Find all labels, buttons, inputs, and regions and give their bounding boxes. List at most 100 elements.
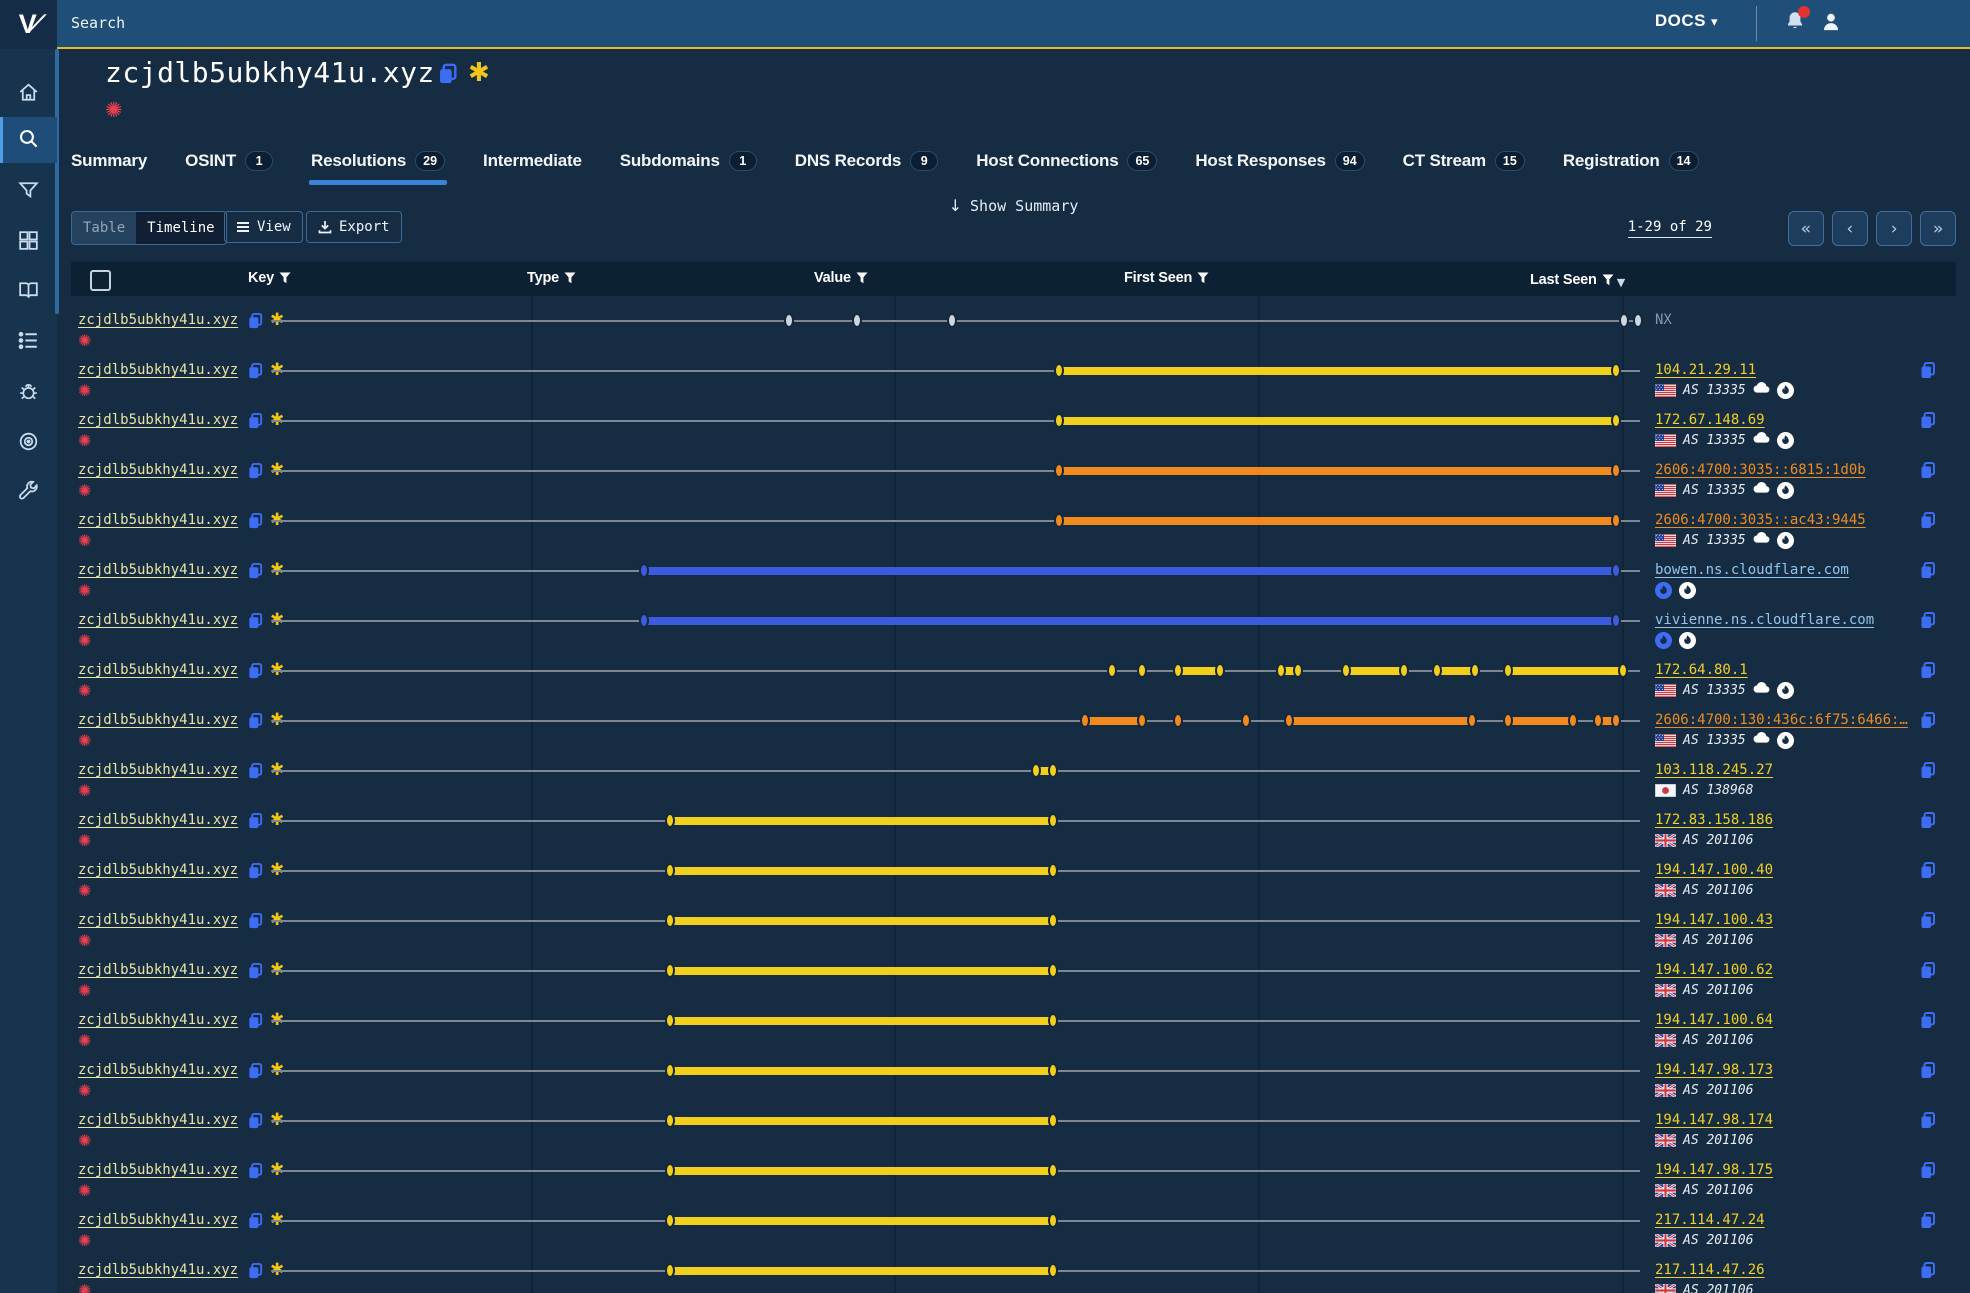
copy-value-icon[interactable]: [1919, 611, 1937, 630]
tab-resolutions[interactable]: Resolutions29: [311, 146, 445, 176]
copy-icon[interactable]: [247, 912, 264, 930]
copy-value-icon[interactable]: [1919, 1161, 1937, 1180]
next-page-button[interactable]: ›: [1876, 211, 1912, 246]
column-header-first-seen[interactable]: First Seen: [1124, 270, 1209, 286]
row-key-link[interactable]: zcjdlb5ubkhy41u.xyz: [78, 1062, 238, 1078]
row-key-link[interactable]: zcjdlb5ubkhy41u.xyz: [78, 762, 238, 778]
row-value-link[interactable]: 194.147.100.40: [1655, 862, 1773, 878]
timeline-view-button[interactable]: Timeline: [136, 212, 225, 244]
copy-icon[interactable]: [247, 1212, 264, 1230]
row-key-link[interactable]: zcjdlb5ubkhy41u.xyz: [78, 962, 238, 978]
copy-icon[interactable]: [437, 62, 459, 86]
validin-logo[interactable]: V∕: [0, 0, 57, 49]
copy-icon[interactable]: [247, 362, 264, 380]
row-value-link[interactable]: 2606:4700:3035::ac43:9445: [1655, 512, 1866, 528]
tab-registration[interactable]: Registration14: [1563, 146, 1699, 176]
notifications-bell-icon[interactable]: [1782, 9, 1808, 37]
copy-value-icon[interactable]: [1919, 911, 1937, 930]
row-value-link[interactable]: 194.147.100.62: [1655, 962, 1773, 978]
row-value-link[interactable]: 172.67.148.69: [1655, 412, 1765, 428]
copy-icon[interactable]: [247, 512, 264, 530]
tab-summary[interactable]: Summary: [71, 146, 147, 176]
row-value-link[interactable]: 172.83.158.186: [1655, 812, 1773, 828]
copy-value-icon[interactable]: [1919, 661, 1937, 680]
docs-menu[interactable]: DOCS▾: [1655, 11, 1718, 31]
sidebar-item-library[interactable]: [0, 269, 57, 315]
row-key-link[interactable]: zcjdlb5ubkhy41u.xyz: [78, 1262, 238, 1278]
row-key-link[interactable]: zcjdlb5ubkhy41u.xyz: [78, 1112, 238, 1128]
tab-host-connections[interactable]: Host Connections65: [976, 146, 1157, 176]
copy-icon[interactable]: [247, 412, 264, 430]
row-value-link[interactable]: 103.118.245.27: [1655, 762, 1773, 778]
copy-value-icon[interactable]: [1919, 561, 1937, 580]
tab-ct-stream[interactable]: CT Stream15: [1403, 146, 1525, 176]
column-header-type[interactable]: Type: [527, 270, 576, 286]
row-key-link[interactable]: zcjdlb5ubkhy41u.xyz: [78, 412, 238, 428]
copy-icon[interactable]: [247, 662, 264, 680]
last-page-button[interactable]: »: [1920, 211, 1956, 246]
tab-host-responses[interactable]: Host Responses94: [1195, 146, 1364, 176]
copy-icon[interactable]: [247, 1112, 264, 1130]
prev-page-button[interactable]: ‹: [1832, 211, 1868, 246]
row-key-link[interactable]: zcjdlb5ubkhy41u.xyz: [78, 1212, 238, 1228]
copy-value-icon[interactable]: [1919, 861, 1937, 880]
tab-subdomains[interactable]: Subdomains1: [620, 146, 757, 176]
row-key-link[interactable]: zcjdlb5ubkhy41u.xyz: [78, 712, 238, 728]
row-key-link[interactable]: zcjdlb5ubkhy41u.xyz: [78, 862, 238, 878]
row-value-link[interactable]: 194.147.98.174: [1655, 1112, 1773, 1128]
row-key-link[interactable]: zcjdlb5ubkhy41u.xyz: [78, 312, 238, 328]
view-button[interactable]: View: [224, 211, 303, 243]
filter-funnel-icon[interactable]: [279, 272, 291, 284]
column-header-last-seen[interactable]: Last Seen▼: [1530, 270, 1625, 289]
sidebar-item-list[interactable]: [0, 319, 57, 365]
copy-icon[interactable]: [247, 1062, 264, 1080]
copy-value-icon[interactable]: [1919, 1011, 1937, 1030]
row-key-link[interactable]: zcjdlb5ubkhy41u.xyz: [78, 462, 238, 478]
row-value-link[interactable]: 2606:4700:130:436c:6f75:6466:…: [1655, 712, 1908, 728]
copy-value-icon[interactable]: [1919, 361, 1937, 380]
row-key-link[interactable]: zcjdlb5ubkhy41u.xyz: [78, 1012, 238, 1028]
row-value-link[interactable]: bowen.ns.cloudflare.com: [1655, 562, 1849, 578]
row-value-link[interactable]: 194.147.98.175: [1655, 1162, 1773, 1178]
account-icon[interactable]: [1818, 9, 1844, 37]
copy-value-icon[interactable]: [1919, 1261, 1937, 1280]
copy-value-icon[interactable]: [1919, 711, 1937, 730]
copy-icon[interactable]: [247, 712, 264, 730]
copy-value-icon[interactable]: [1919, 961, 1937, 980]
sidebar-item-bug[interactable]: [0, 370, 57, 416]
copy-icon[interactable]: [247, 862, 264, 880]
sidebar-item-search[interactable]: [0, 117, 57, 163]
row-value-link[interactable]: 194.147.100.43: [1655, 912, 1773, 928]
filter-funnel-icon[interactable]: [856, 272, 868, 284]
copy-value-icon[interactable]: [1919, 1061, 1937, 1080]
row-value-link[interactable]: 194.147.100.64: [1655, 1012, 1773, 1028]
copy-value-icon[interactable]: [1919, 461, 1937, 480]
column-header-key[interactable]: Key: [248, 270, 291, 286]
copy-icon[interactable]: [247, 312, 264, 330]
copy-value-icon[interactable]: [1919, 811, 1937, 830]
monitor-star-icon[interactable]: ✱: [468, 58, 490, 88]
row-key-link[interactable]: zcjdlb5ubkhy41u.xyz: [78, 912, 238, 928]
row-key-link[interactable]: zcjdlb5ubkhy41u.xyz: [78, 362, 238, 378]
filter-funnel-icon[interactable]: [564, 272, 576, 284]
select-all-checkbox[interactable]: [90, 270, 111, 291]
sidebar-item-wrench[interactable]: [0, 469, 57, 515]
copy-value-icon[interactable]: [1919, 761, 1937, 780]
copy-value-icon[interactable]: [1919, 1211, 1937, 1230]
copy-icon[interactable]: [247, 612, 264, 630]
tab-intermediate[interactable]: Intermediate: [483, 146, 582, 176]
tab-dns-records[interactable]: DNS Records9: [795, 146, 938, 176]
sidebar-item-target[interactable]: [0, 420, 57, 466]
table-view-button[interactable]: Table: [72, 212, 136, 244]
row-value-link[interactable]: 217.114.47.26: [1655, 1262, 1765, 1278]
filter-funnel-icon[interactable]: [1602, 274, 1614, 286]
first-page-button[interactable]: «: [1788, 211, 1824, 246]
row-key-link[interactable]: zcjdlb5ubkhy41u.xyz: [78, 1162, 238, 1178]
threat-icon[interactable]: ✺: [105, 98, 123, 122]
row-value-link[interactable]: 172.64.80.1: [1655, 662, 1748, 678]
row-key-link[interactable]: zcjdlb5ubkhy41u.xyz: [78, 812, 238, 828]
copy-icon[interactable]: [247, 762, 264, 780]
row-key-link[interactable]: zcjdlb5ubkhy41u.xyz: [78, 512, 238, 528]
copy-icon[interactable]: [247, 1012, 264, 1030]
copy-icon[interactable]: [247, 1162, 264, 1180]
